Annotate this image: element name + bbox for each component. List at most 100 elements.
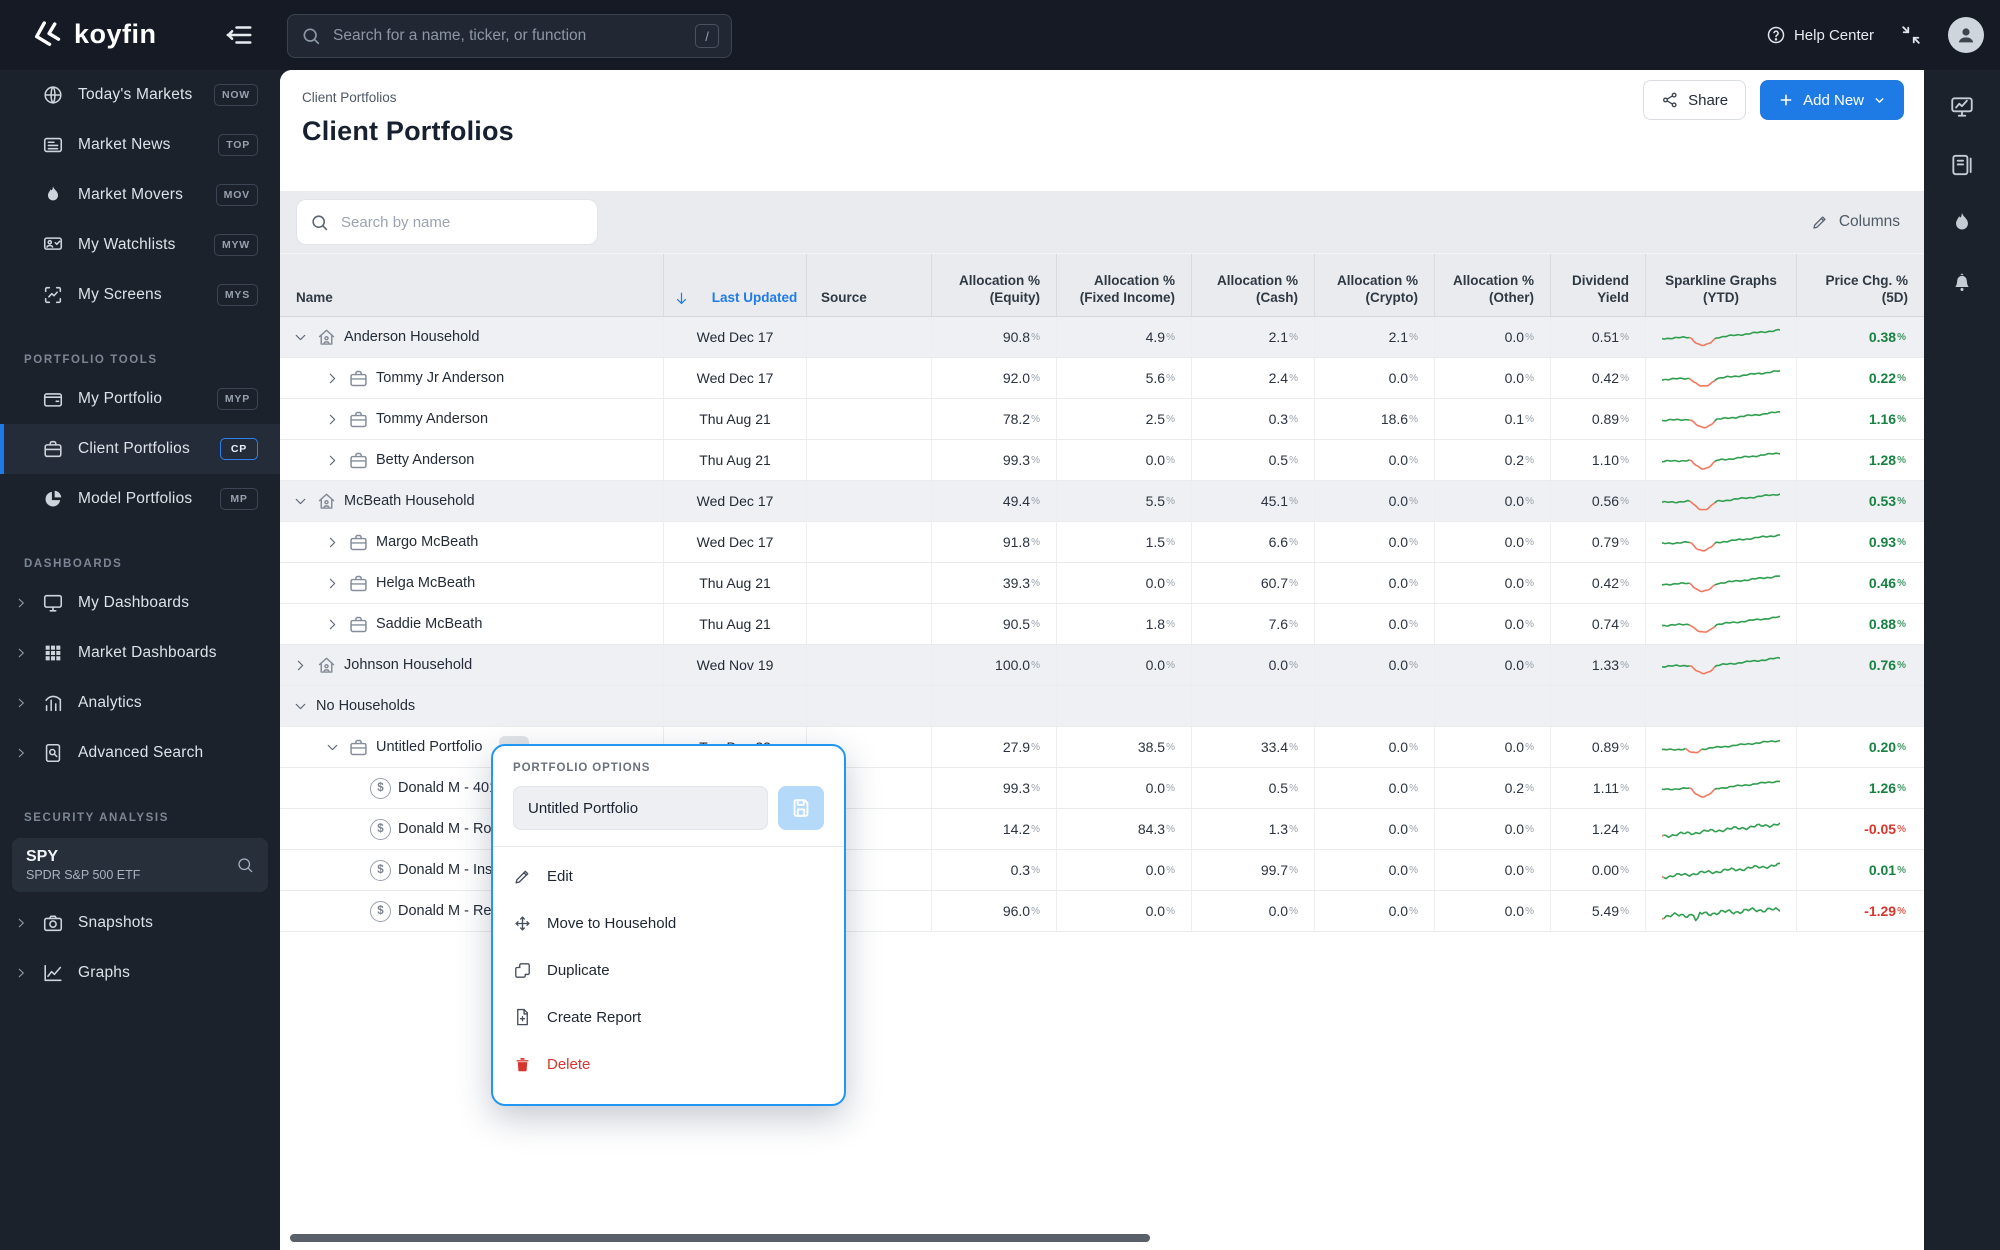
column-header-price-chg-[interactable]: Price Chg. % (5D) bbox=[1796, 254, 1924, 316]
chevron-down-icon[interactable] bbox=[324, 739, 341, 756]
column-header-allocation-[interactable]: Allocation % (Other) bbox=[1434, 254, 1550, 316]
chevron-right-icon[interactable] bbox=[324, 534, 341, 551]
presentation-icon[interactable] bbox=[1949, 94, 1975, 120]
sidebar-collapse-icon[interactable] bbox=[224, 20, 254, 50]
menu-item-edit[interactable]: Edit bbox=[493, 853, 844, 900]
shortcut-badge: MYS bbox=[216, 284, 258, 306]
sidebar-item-my-screens[interactable]: My Screens MYS bbox=[0, 270, 280, 320]
library-icon[interactable] bbox=[1949, 152, 1975, 178]
column-header-allocation-[interactable]: Allocation % (Fixed Income) bbox=[1056, 254, 1191, 316]
screens-icon bbox=[42, 284, 64, 306]
table-search[interactable] bbox=[296, 199, 598, 245]
column-header-sparkline-graphs[interactable]: Sparkline Graphs (YTD) bbox=[1645, 254, 1796, 316]
column-header-allocation-[interactable]: Allocation % (Crypto) bbox=[1314, 254, 1434, 316]
table-row[interactable]: McBeath Household Wed Dec 17 49.4% 5.5% 45.1… bbox=[280, 481, 1924, 522]
sidebar-item-label: Market Dashboards bbox=[78, 644, 217, 661]
table-row[interactable]: Tommy Jr Anderson Wed Dec 17 92.0% 5.6% 2.4%… bbox=[280, 358, 1924, 399]
chevron-right-icon[interactable] bbox=[324, 452, 341, 469]
scrollbar-thumb[interactable] bbox=[290, 1234, 1150, 1242]
shortcut-badge: CP bbox=[220, 438, 258, 460]
sparkline-cell bbox=[1645, 604, 1796, 644]
sidebar-item-my-portfolio[interactable]: My Portfolio MYP bbox=[0, 374, 280, 424]
sidebar-item-my-watchlists[interactable]: My Watchlists MYW bbox=[0, 220, 280, 270]
table-row[interactable]: Anderson Household Wed Dec 17 90.8% 4.9% 2.1… bbox=[280, 317, 1924, 358]
sidebar-item-market-news[interactable]: Market News TOP bbox=[0, 120, 280, 170]
save-button[interactable] bbox=[778, 786, 824, 830]
sidebar-item-market-movers[interactable]: Market Movers MOV bbox=[0, 170, 280, 220]
table-row[interactable]: Helga McBeath Thu Aug 21 39.3% 0.0% 60.7% 0.0… bbox=[280, 563, 1924, 604]
sidebar-item-today-s-markets[interactable]: Today's Markets NOW bbox=[0, 70, 280, 120]
shortcut-badge: MYW bbox=[213, 234, 258, 256]
chevron-down-icon[interactable] bbox=[292, 329, 309, 346]
chevron-down-icon[interactable] bbox=[292, 698, 309, 715]
portfolio-name-input[interactable] bbox=[513, 786, 768, 830]
global-search-input[interactable] bbox=[331, 26, 695, 46]
sidebar-item-label: Market Movers bbox=[78, 186, 184, 203]
help-center-button[interactable]: Help Center bbox=[1766, 25, 1874, 45]
sidebar-item-model-portfolios[interactable]: Model Portfolios MP bbox=[0, 474, 280, 524]
column-header-dividend[interactable]: Dividend Yield bbox=[1550, 254, 1645, 316]
breadcrumb[interactable]: Client Portfolios bbox=[302, 90, 397, 105]
sidebar-item-snapshots[interactable]: Snapshots bbox=[0, 898, 280, 948]
table-row[interactable]: Johnson Household Wed Nov 19 100.0% 0.0% 0.0… bbox=[280, 645, 1924, 686]
portfolio-icon bbox=[348, 532, 369, 553]
sidebar-item-my-dashboards[interactable]: My Dashboards bbox=[0, 578, 280, 628]
share-button[interactable]: Share bbox=[1643, 80, 1747, 120]
user-avatar[interactable] bbox=[1948, 17, 1984, 53]
shortcut-badge: TOP bbox=[218, 134, 258, 156]
analytics-icon bbox=[42, 692, 64, 714]
portfolio-icon bbox=[348, 573, 369, 594]
docsearch-icon bbox=[42, 742, 64, 764]
sidebar-item-advanced-search[interactable]: Advanced Search bbox=[0, 728, 280, 778]
household-icon bbox=[316, 491, 337, 512]
menu-item-label: Delete bbox=[547, 1056, 591, 1073]
chevron-right-icon[interactable] bbox=[292, 657, 309, 674]
add-new-button[interactable]: Add New bbox=[1760, 80, 1904, 120]
slash-shortcut-key: / bbox=[695, 24, 719, 48]
chevron-right-icon[interactable] bbox=[324, 575, 341, 592]
column-header-source[interactable]: Source bbox=[806, 254, 931, 316]
flame-icon[interactable] bbox=[1949, 210, 1975, 236]
camera-icon bbox=[42, 912, 64, 934]
table-row[interactable]: Margo McBeath Wed Dec 17 91.8% 1.5% 6.6% 0.0%… bbox=[280, 522, 1924, 563]
koyfin-logo[interactable]: koyfin bbox=[30, 17, 157, 51]
global-search[interactable]: / bbox=[287, 14, 732, 58]
column-header-name[interactable]: Name bbox=[280, 254, 663, 316]
menu-item-duplicate[interactable]: Duplicate bbox=[493, 947, 844, 994]
columns-button[interactable]: Columns bbox=[1811, 213, 1900, 231]
price-change-cell: 0.76% bbox=[1796, 645, 1924, 685]
sidebar-item-client-portfolios[interactable]: Client Portfolios CP bbox=[0, 424, 280, 474]
sidebar-item-graphs[interactable]: Graphs bbox=[0, 948, 280, 998]
sidebar-item-market-dashboards[interactable]: Market Dashboards bbox=[0, 628, 280, 678]
chevron-right-icon[interactable] bbox=[324, 411, 341, 428]
table-search-input[interactable] bbox=[339, 212, 597, 232]
table-row[interactable]: Saddie McBeath Thu Aug 21 90.5% 1.8% 7.6% 0.0… bbox=[280, 604, 1924, 645]
price-change-cell: 0.88% bbox=[1796, 604, 1924, 644]
security-analysis-ticker-card[interactable]: SPY SPDR S&P 500 ETF bbox=[12, 838, 268, 892]
portfolio-icon bbox=[348, 737, 369, 758]
menu-item-move-to-household[interactable]: Move to Household bbox=[493, 900, 844, 947]
bell-icon[interactable] bbox=[1949, 268, 1975, 294]
sidebar-item-analytics[interactable]: Analytics bbox=[0, 678, 280, 728]
column-header-allocation-[interactable]: Allocation % (Equity) bbox=[931, 254, 1056, 316]
table-row[interactable]: No Households bbox=[280, 686, 1924, 727]
chevron-right-icon bbox=[14, 646, 28, 660]
column-header-last-updated[interactable]: Last Updated bbox=[663, 254, 806, 316]
menu-item-delete[interactable]: Delete bbox=[493, 1041, 844, 1088]
table-row[interactable]: Tommy Anderson Thu Aug 21 78.2% 2.5% 0.3% 18.… bbox=[280, 399, 1924, 440]
column-header-allocation-[interactable]: Allocation % (Cash) bbox=[1191, 254, 1314, 316]
sparkline-cell bbox=[1645, 809, 1796, 849]
menu-item-create-report[interactable]: Create Report bbox=[493, 994, 844, 1041]
chevron-right-icon bbox=[14, 746, 28, 760]
chevron-down-icon[interactable] bbox=[292, 493, 309, 510]
chevron-right-icon[interactable] bbox=[324, 616, 341, 633]
table-row[interactable]: Betty Anderson Thu Aug 21 99.3% 0.0% 0.5% 0.0… bbox=[280, 440, 1924, 481]
last-updated-cell: Wed Dec 17 bbox=[663, 317, 806, 357]
chevron-right-icon[interactable] bbox=[324, 370, 341, 387]
collapse-window-icon[interactable] bbox=[1900, 24, 1922, 46]
pencil-icon bbox=[1811, 213, 1829, 231]
monitor-icon bbox=[42, 592, 64, 614]
source-cell bbox=[806, 317, 931, 357]
koyfin-logo-icon bbox=[30, 17, 64, 51]
columns-label: Columns bbox=[1838, 213, 1900, 230]
